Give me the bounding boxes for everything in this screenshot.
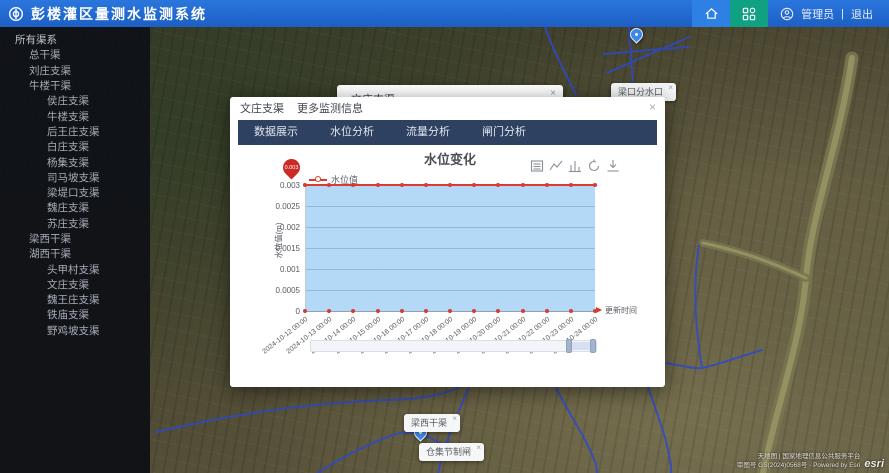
data-point-marker: [303, 309, 307, 313]
close-icon[interactable]: ×: [476, 443, 481, 452]
legend-marker-icon: [309, 179, 327, 181]
user-icon: [780, 7, 794, 21]
map-attribution: 天地图 | 国家地理信息公共服务平台 审图号 GS(2024)0568号 · P…: [737, 453, 884, 470]
user-area: 管理员 | 退出: [768, 0, 889, 27]
sidebar-item[interactable]: 司马坡支渠: [0, 170, 150, 185]
data-point-marker: [521, 309, 525, 313]
modal-subtitle: 更多监测信息: [297, 100, 363, 116]
sidebar-item[interactable]: 牛楼支渠: [0, 108, 150, 123]
map-label-sluice-gate: 仓集节制闸 ×: [419, 443, 484, 461]
attribution-line-1: 天地图 | 国家地理信息公共服务平台: [737, 453, 861, 461]
close-icon[interactable]: ×: [649, 101, 656, 113]
data-point-marker: [400, 183, 404, 187]
data-point-marker: [351, 309, 355, 313]
sidebar-item[interactable]: 总干渠: [0, 47, 150, 62]
data-point-marker: [496, 309, 500, 313]
data-point-marker: [472, 309, 476, 313]
tab-1[interactable]: 数据展示: [238, 120, 314, 145]
modal-tabbar: 数据展示水位分析流量分析闸门分析: [238, 120, 657, 145]
channel-tree: 所有渠系总干渠刘庄支渠牛楼干渠侯庄支渠牛楼支渠后王庄支渠白庄支渠杨集支渠司马坡支…: [0, 27, 150, 338]
tab-3[interactable]: 流量分析: [390, 120, 466, 145]
max-value-label: 0.003: [283, 159, 300, 176]
sidebar-item[interactable]: 梁堤口支渠: [0, 185, 150, 200]
data-point-marker: [545, 309, 549, 313]
max-value-pin: 0.003: [279, 155, 303, 179]
map-label-liangxi-canal: 梁西干渠 ×: [404, 414, 460, 432]
data-point-marker: [448, 309, 452, 313]
sidebar-item[interactable]: 刘庄支渠: [0, 63, 150, 78]
sidebar-item[interactable]: 后王庄支渠: [0, 124, 150, 139]
app-title: 彭楼灌区量测水监测系统: [31, 4, 207, 24]
data-point-marker: [303, 183, 307, 187]
sidebar-item[interactable]: 牛楼干渠: [0, 78, 150, 93]
chart-plot-area[interactable]: [305, 185, 595, 311]
app-logo-icon: [8, 6, 24, 22]
esri-logo: esri: [864, 459, 884, 470]
x-axis-name: 更新时间: [605, 305, 637, 316]
sidebar-item[interactable]: 魏庄支渠: [0, 200, 150, 215]
y-axis-tick: 0.0015: [248, 244, 300, 253]
y-axis-tick: 0.002: [248, 223, 300, 232]
data-point-marker: [376, 309, 380, 313]
modal-station-name: 文庄支渠: [240, 100, 284, 116]
data-point-marker: [376, 183, 380, 187]
y-axis-tick: 0: [248, 307, 300, 316]
sidebar-item[interactable]: 所有渠系: [0, 32, 150, 47]
logout-link[interactable]: 退出: [851, 6, 873, 22]
tab-4[interactable]: 闸门分析: [466, 120, 542, 145]
sidebar-item[interactable]: 野鸡坡支渠: [0, 323, 150, 338]
app-header: 彭楼灌区量测水监测系统 管理员 | 退出: [0, 0, 889, 27]
datazoom-handle-right[interactable]: [590, 339, 596, 353]
data-point-marker: [521, 183, 525, 187]
data-view-icon[interactable]: [530, 159, 544, 173]
data-point-marker: [424, 309, 428, 313]
sidebar-item[interactable]: 苏庄支渠: [0, 216, 150, 231]
sidebar-item[interactable]: 文庄支渠: [0, 277, 150, 292]
sidebar-item[interactable]: 侯庄支渠: [0, 93, 150, 108]
sidebar-item[interactable]: 湖西干渠: [0, 246, 150, 261]
data-point-marker: [448, 183, 452, 187]
data-point-marker: [424, 183, 428, 187]
sidebar-item[interactable]: 杨集支渠: [0, 154, 150, 169]
map-label-text: 仓集节制闸: [426, 447, 471, 457]
y-axis-tick: 0.003: [248, 181, 300, 190]
y-axis-tick: 0.0005: [248, 286, 300, 295]
y-axis-tick: 0.0025: [248, 202, 300, 211]
bar-chart-icon[interactable]: [568, 159, 582, 173]
line-chart-icon[interactable]: [549, 159, 563, 173]
sidebar-item[interactable]: 梁西干渠: [0, 231, 150, 246]
data-point-marker: [400, 309, 404, 313]
datazoom-slider[interactable]: [310, 340, 597, 352]
data-point-marker: [569, 183, 573, 187]
sidebar: 所有渠系总干渠刘庄支渠牛楼干渠侯庄支渠牛楼支渠后王庄支渠白庄支渠杨集支渠司马坡支…: [0, 27, 150, 473]
sidebar-item[interactable]: 头甲村支渠: [0, 261, 150, 276]
map-label-text: 梁西干渠: [411, 418, 447, 428]
divider: |: [841, 8, 844, 20]
sidebar-item[interactable]: 魏王庄支渠: [0, 292, 150, 307]
sidebar-item[interactable]: 白庄支渠: [0, 139, 150, 154]
tab-2[interactable]: 水位分析: [314, 120, 390, 145]
data-point-marker: [593, 183, 597, 187]
attribution-line-2: 审图号 GS(2024)0568号 · Powered by Esri: [737, 462, 861, 470]
download-icon[interactable]: [606, 159, 620, 173]
station-detail-modal: 文庄支渠 更多监测信息 × 数据展示水位分析流量分析闸门分析 水位变化 0.00…: [230, 97, 665, 387]
sidebar-item[interactable]: 铁庙支渠: [0, 307, 150, 322]
home-icon: [704, 6, 719, 21]
data-point-marker: [593, 309, 597, 313]
username: 管理员: [801, 6, 834, 22]
apps-menu-button[interactable]: [730, 0, 768, 27]
data-point-marker: [545, 183, 549, 187]
restore-icon[interactable]: [587, 159, 601, 173]
map-label-text: 梁口分水口: [618, 87, 663, 97]
data-point-marker: [569, 309, 573, 313]
chart-toolbox: [530, 159, 620, 173]
data-point-marker: [327, 309, 331, 313]
close-icon[interactable]: ×: [452, 414, 457, 423]
apps-grid-icon: [742, 7, 756, 21]
modal-header: 文庄支渠 更多监测信息 ×: [230, 97, 665, 119]
close-icon[interactable]: ×: [668, 83, 673, 92]
y-axis-tick: 0.001: [248, 265, 300, 274]
home-button[interactable]: [692, 0, 730, 27]
datazoom-handle-left[interactable]: [566, 339, 572, 353]
